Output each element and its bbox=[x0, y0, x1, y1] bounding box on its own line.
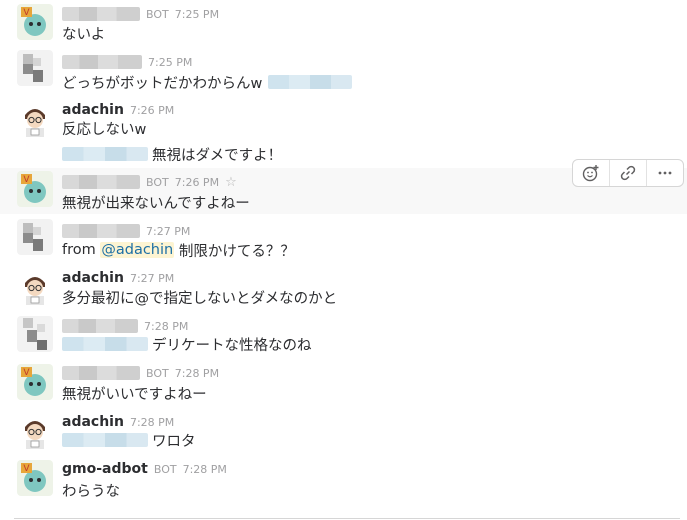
pixel-avatar[interactable] bbox=[17, 219, 53, 255]
message-text: 無視がいいですよねー bbox=[62, 386, 207, 403]
bot-badge: BOT bbox=[146, 175, 169, 189]
message[interactable]: adachin 7:27 PM 多分最初に@で指定しないとダメなのかと bbox=[0, 264, 687, 312]
message[interactable]: adachin 7:26 PM 反応しないw 無視はダメですよ！ bbox=[0, 96, 687, 168]
message[interactable]: V BOT 7:28 PM 無視がいいですよねー bbox=[0, 362, 687, 408]
bot-badge: BOT bbox=[146, 7, 169, 21]
message-text: どっちがボットだかわからんw bbox=[62, 75, 263, 92]
redacted-username[interactable] bbox=[62, 55, 142, 69]
timestamp[interactable]: 7:26 PM bbox=[175, 176, 219, 189]
timestamp[interactable]: 7:25 PM bbox=[148, 56, 192, 69]
message-text: 無視はダメですよ！ bbox=[152, 147, 283, 164]
username[interactable]: adachin bbox=[62, 414, 124, 430]
pixel-avatar[interactable] bbox=[17, 50, 53, 86]
person-avatar[interactable] bbox=[17, 269, 53, 305]
timestamp[interactable]: 7:26 PM bbox=[130, 104, 174, 117]
message-text: 多分最初に@で指定しないとダメなのかと bbox=[62, 290, 338, 307]
user-mention[interactable]: @adachin bbox=[100, 242, 175, 258]
message-text: 反応しないw bbox=[62, 121, 147, 138]
message-text: デリケートな性格なのね bbox=[152, 337, 312, 354]
timestamp[interactable]: 7:28 PM bbox=[144, 320, 188, 333]
message-text: from bbox=[62, 242, 101, 258]
redacted-username[interactable] bbox=[62, 7, 140, 21]
username[interactable]: gmo-adbot bbox=[62, 461, 148, 477]
message-input-divider bbox=[14, 518, 680, 519]
message-text: 無視が出来ないんですよねー bbox=[62, 195, 250, 212]
timestamp[interactable]: 7:28 PM bbox=[130, 416, 174, 429]
person-avatar[interactable] bbox=[17, 413, 53, 449]
message-text: ないよ bbox=[62, 26, 106, 43]
robot-avatar[interactable]: V bbox=[17, 171, 53, 207]
timestamp[interactable]: 7:25 PM bbox=[175, 8, 219, 21]
bot-badge: BOT bbox=[153, 462, 177, 476]
message-text: ワロタ bbox=[152, 433, 196, 450]
redacted-username[interactable] bbox=[62, 366, 140, 380]
timestamp[interactable]: 7:28 PM bbox=[175, 367, 219, 380]
redacted-text bbox=[62, 147, 148, 161]
message[interactable]: adachin 7:28 PM ワロタ bbox=[0, 408, 687, 458]
redacted-text bbox=[62, 337, 148, 351]
star-icon[interactable]: ☆ bbox=[225, 175, 237, 190]
robot-avatar[interactable]: V bbox=[17, 4, 53, 40]
username[interactable]: adachin bbox=[62, 102, 124, 118]
message-text: わらうな bbox=[62, 483, 120, 500]
robot-avatar[interactable]: V bbox=[17, 364, 53, 400]
more-icon[interactable] bbox=[647, 160, 683, 186]
timestamp[interactable]: 7:27 PM bbox=[146, 225, 190, 238]
timestamp[interactable]: 7:28 PM bbox=[183, 463, 227, 476]
svg-text:V: V bbox=[23, 464, 30, 474]
redacted-username[interactable] bbox=[62, 319, 138, 333]
message-text: 制限かけてる？？ bbox=[174, 243, 295, 260]
message[interactable]: 7:27 PM from @adachin 制限かけてる？？ bbox=[0, 214, 687, 264]
bot-badge: BOT bbox=[146, 366, 169, 380]
message-actions bbox=[572, 159, 684, 187]
message[interactable]: 7:28 PM デリケートな性格なのね bbox=[0, 312, 687, 362]
redacted-username[interactable] bbox=[62, 175, 140, 189]
add-reaction-icon[interactable] bbox=[573, 160, 610, 186]
message[interactable]: V gmo-adbot BOT 7:28 PM わらうな bbox=[0, 458, 687, 510]
timestamp[interactable]: 7:27 PM bbox=[130, 272, 174, 285]
person-avatar[interactable] bbox=[17, 101, 53, 137]
redacted-username[interactable] bbox=[62, 224, 140, 238]
message[interactable]: V BOT 7:25 PM ないよ bbox=[0, 0, 687, 46]
robot-avatar[interactable]: V bbox=[17, 460, 53, 496]
redacted-text bbox=[62, 433, 148, 447]
link-icon[interactable] bbox=[610, 160, 647, 186]
svg-text:V: V bbox=[23, 175, 30, 185]
message[interactable]: 7:25 PM どっちがボットだかわからんw bbox=[0, 46, 687, 96]
svg-text:V: V bbox=[23, 368, 30, 378]
pixel-avatar[interactable] bbox=[17, 316, 53, 352]
redacted-text bbox=[268, 75, 353, 89]
svg-text:V: V bbox=[23, 8, 30, 18]
username[interactable]: adachin bbox=[62, 270, 124, 286]
